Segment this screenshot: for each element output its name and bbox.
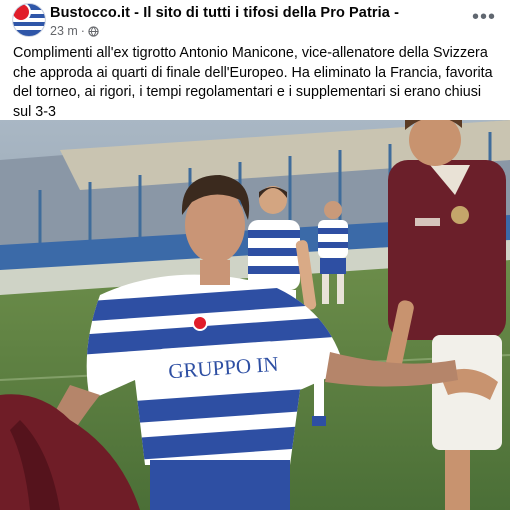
post-header: Bustocco.it - Il sito di tutti i tifosi …: [0, 0, 510, 44]
more-horizontal-icon[interactable]: •••: [472, 7, 496, 27]
post-meta: 23 m ·: [50, 24, 99, 38]
page-avatar[interactable]: [12, 3, 46, 37]
post-text: Complimenti all'ex tigrotto Antonio Mani…: [13, 45, 493, 120]
post-photo[interactable]: GRUPPO IN: [0, 120, 510, 510]
globe-icon: [88, 25, 99, 37]
football-photo: GRUPPO IN: [0, 120, 510, 510]
post-time[interactable]: 23 m: [50, 24, 78, 38]
page-name-link[interactable]: Bustocco.it - Il sito di tutti i tifosi …: [50, 5, 399, 21]
meta-separator: ·: [80, 24, 85, 38]
